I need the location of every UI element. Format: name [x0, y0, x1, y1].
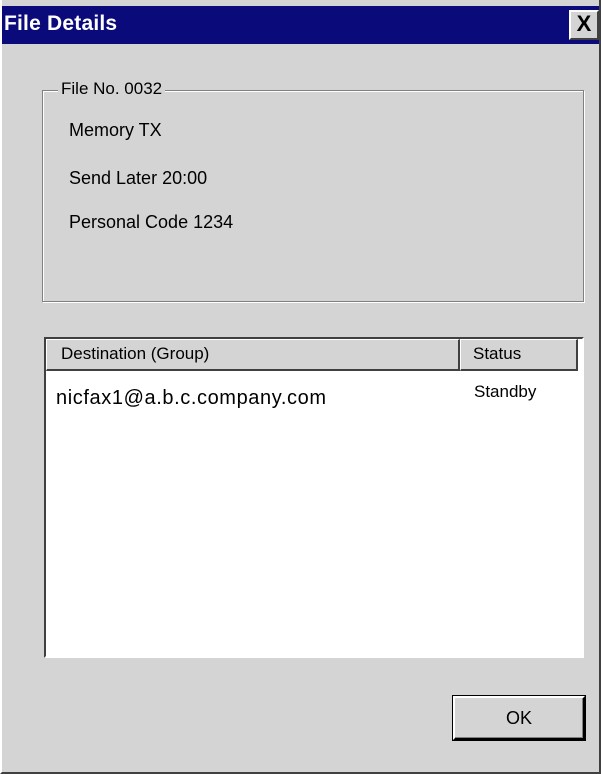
close-button[interactable]: X [569, 10, 599, 40]
file-number-label: File No. 0032 [58, 78, 166, 100]
destination-address: nicfax1@a.b.c.company.com [56, 387, 327, 409]
transmission-mode: Memory TX [69, 120, 162, 140]
destination-list[interactable]: Destination (Group) Status nicfax1@a.b.c… [44, 337, 584, 658]
dialog-title: File Details [4, 12, 118, 35]
personal-code: Personal Code 1234 [69, 212, 234, 232]
close-icon: X [576, 11, 592, 36]
file-details-dialog: File Details X File No. 0032 Memory TX S… [0, 0, 601, 774]
send-later-time: Send Later 20:00 [69, 168, 208, 188]
ok-button[interactable]: OK [452, 695, 586, 741]
title-bar[interactable]: File Details X [2, 6, 599, 44]
column-header-status[interactable]: Status [460, 339, 578, 371]
list-header: Destination (Group) Status [46, 339, 582, 371]
column-header-destination[interactable]: Destination (Group) [46, 339, 460, 371]
destination-status: Standby [474, 382, 537, 401]
